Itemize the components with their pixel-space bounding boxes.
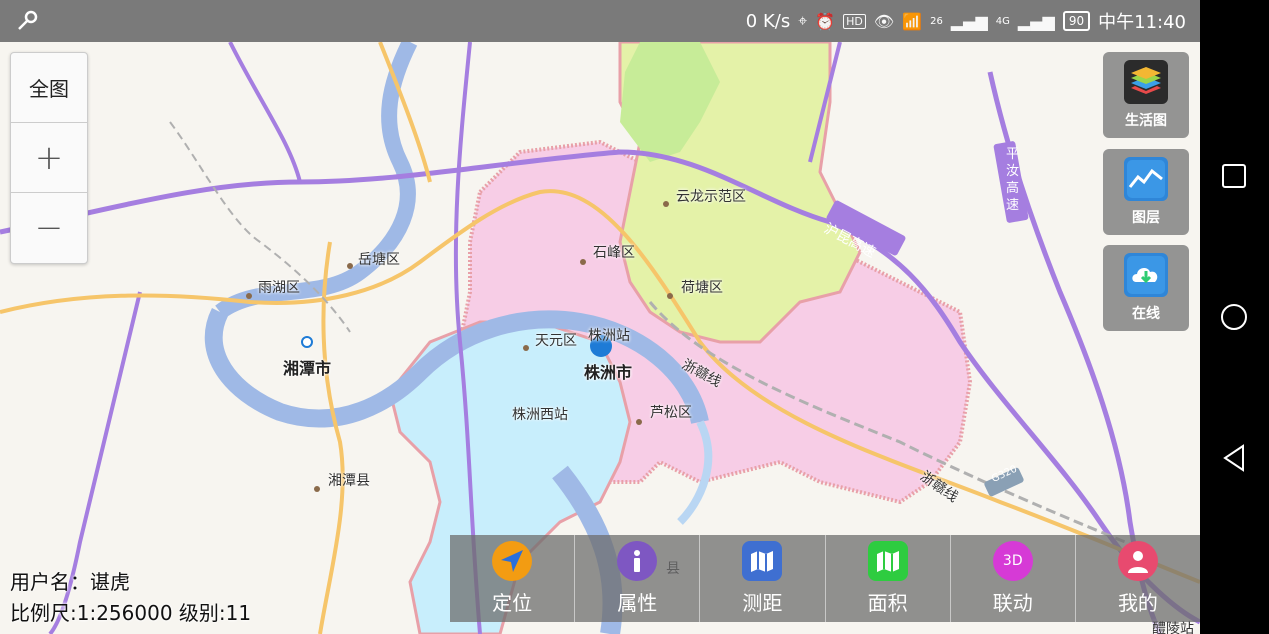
network-speed: 0 K/s (745, 10, 791, 32)
linkage-button[interactable]: 3D 联动 (949, 535, 1075, 622)
online-button[interactable]: 在线 (1103, 245, 1189, 331)
life-map-label: 生活图 (1125, 113, 1167, 129)
map-label-tianyuan: 天元区 (535, 333, 577, 349)
android-nav-bar (1200, 0, 1269, 634)
online-label: 在线 (1132, 306, 1160, 322)
hd-icon: HD (843, 13, 866, 29)
map-label-yuhu: 雨湖区 (258, 280, 300, 296)
locate-button[interactable]: 定位 (450, 535, 574, 622)
mine-button[interactable]: 我的 (1074, 535, 1200, 622)
map-label-zhuzhou-station: 株洲站 (588, 328, 630, 344)
status-bar: 0 K/s ⌖ ⏰ HD 👁 📶 26 ▂▄▆ 4G ▂▄▆ 90 中午11:4… (0, 0, 1200, 42)
life-map-button[interactable]: 生活图 (1103, 52, 1189, 138)
measure-distance-button[interactable]: 测距 (699, 535, 824, 622)
zoom-out-button[interactable]: − (11, 193, 87, 262)
zoom-panel: 全图 + − (10, 52, 88, 264)
layers-stack-icon (1124, 60, 1168, 104)
layers-button[interactable]: 图层 (1103, 149, 1189, 235)
attribute-button[interactable]: 属性 (574, 535, 699, 622)
signal-label-2: 4G (995, 15, 1010, 27)
area-button[interactable]: 面积 (824, 535, 950, 622)
key-icon (18, 10, 38, 30)
user-icon (1117, 541, 1158, 581)
map-label-pingru: 平汝高速 (1006, 147, 1020, 213)
square-icon (1222, 164, 1246, 188)
attribute-label: 属性 (617, 591, 658, 615)
3d-icon: 3D (992, 541, 1033, 581)
scale-text: 比例尺:1:256000 级别:11 (10, 601, 252, 625)
wifi-icon: 📶 (902, 11, 923, 31)
back-button[interactable] (1220, 444, 1248, 472)
map-label-shifeng: 石峰区 (593, 245, 635, 261)
info-icon (617, 541, 658, 581)
locate-arrow-icon (492, 541, 533, 581)
map-label-yuetang: 岳塘区 (358, 252, 400, 268)
eye-icon: 👁 (873, 11, 895, 31)
map-label-xiangtan-county: 湘潭县 (328, 473, 370, 489)
locate-label: 定位 (492, 591, 533, 615)
area-map-icon (867, 541, 908, 581)
cloud-download-icon (1124, 253, 1168, 297)
recents-button[interactable] (1220, 162, 1248, 190)
location-icon: ⌖ (798, 11, 808, 30)
triangle-back-icon (1223, 444, 1244, 472)
username-text: 用户名：谌虎 (10, 570, 130, 594)
home-button[interactable] (1220, 303, 1248, 331)
map-label-zhuzhou-west: 株洲西站 (512, 407, 568, 423)
map-label-xiangtan-city: 湘潭市 (283, 359, 332, 378)
map-label-hetang: 荷塘区 (681, 280, 723, 296)
signal-icon-2: ▂▄▆ (1017, 11, 1055, 31)
measure-distance-label: 测距 (742, 591, 783, 615)
area-label: 面积 (867, 591, 908, 615)
layer-chart-icon (1124, 157, 1168, 201)
map-label-lusong: 芦松区 (650, 405, 692, 421)
linkage-label: 联动 (992, 591, 1033, 615)
zoom-in-button[interactable]: + (11, 123, 87, 193)
bottom-toolbar: 定位 属性 测距 面积 3D 联动 我的 (450, 535, 1200, 622)
clock: 中午11:40 (1098, 12, 1186, 33)
measure-map-icon (742, 541, 783, 581)
signal-icon: ▂▄▆ (950, 11, 988, 31)
full-extent-button[interactable]: 全图 (11, 53, 87, 123)
circle-icon (1221, 304, 1247, 330)
alarm-icon: ⏰ (815, 11, 836, 31)
map-label-yunlong: 云龙示范区 (676, 189, 746, 205)
layers-label: 图层 (1132, 210, 1160, 226)
battery-indicator: 90 (1062, 11, 1091, 31)
map-label-zhuzhou-city: 株洲市 (584, 363, 633, 382)
mine-label: 我的 (1117, 591, 1158, 615)
signal-label-1: 26 (930, 15, 943, 27)
3d-badge: 3D (1002, 553, 1023, 569)
